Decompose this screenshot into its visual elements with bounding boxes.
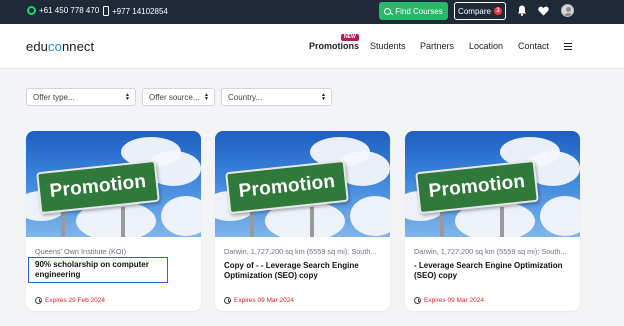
whatsapp-contact[interactable]: +61 450 778 470	[27, 6, 99, 15]
user-avatar[interactable]	[561, 4, 574, 17]
whatsapp-number: +61 450 778 470	[39, 6, 100, 15]
promotion-card[interactable]: Promotion Darwin, 1,727,200 sq km (5559 …	[405, 131, 580, 311]
hamburger-menu-icon[interactable]	[564, 43, 572, 50]
card-location: Darwin, 1,727,200 sq km (5559 sq mi); So…	[224, 247, 377, 256]
promotion-image: Promotion	[405, 131, 580, 237]
sort-caret-icon: ▲ ▼	[204, 92, 209, 102]
card-title[interactable]: 90% scholarship on computer engineering	[28, 257, 168, 283]
card-location: Darwin, 1,727,200 sq km (5559 sq mi); So…	[414, 247, 567, 256]
clock-icon	[414, 297, 421, 304]
country-select[interactable]: Country... ▲ ▼	[221, 88, 332, 106]
nav-item-contact[interactable]: Contact	[518, 41, 549, 51]
offer-type-value: Offer type...	[33, 92, 75, 102]
main-navbar: educonnect NEW Promotions Students Partn…	[0, 24, 624, 69]
mobile-number: +977 14102854	[112, 6, 168, 16]
clock-icon	[224, 297, 231, 304]
offer-source-value: Offer source...	[149, 92, 200, 102]
sort-caret-icon: ▲ ▼	[125, 92, 130, 102]
promotion-image: Promotion	[215, 131, 390, 237]
top-bar: +61 450 778 470 +977 14102854 Find Cours…	[0, 0, 624, 24]
card-title[interactable]: - Leverage Search Engine Optimization (S…	[414, 261, 572, 281]
compare-count-badge: 3	[493, 7, 502, 15]
find-courses-button[interactable]: Find Courses	[379, 2, 448, 20]
new-badge: NEW	[341, 34, 359, 41]
offer-source-select[interactable]: Offer source... ▲ ▼	[142, 88, 215, 106]
nav-item-students[interactable]: Students	[370, 41, 406, 51]
mobile-contact[interactable]: +977 14102854	[103, 6, 168, 16]
country-value: Country...	[228, 92, 263, 102]
compare-button[interactable]: Compare 3	[454, 2, 506, 20]
offer-type-select[interactable]: Offer type... ▲ ▼	[26, 88, 136, 106]
mobile-phone-icon	[103, 6, 109, 16]
nav-item-location[interactable]: Location	[469, 41, 503, 51]
nav-item-partners[interactable]: Partners	[420, 41, 454, 51]
expiry-date: Expires 09 Mar 2024	[414, 297, 484, 304]
card-location: Queens' Own Institute (KOI)	[35, 247, 127, 256]
promotion-card[interactable]: Promotion Darwin, 1,727,200 sq km (5559 …	[215, 131, 390, 311]
promotion-image: Promotion	[26, 131, 201, 237]
bell-icon[interactable]	[517, 5, 527, 16]
sort-caret-icon: ▲ ▼	[321, 92, 326, 102]
educonnect-logo[interactable]: educonnect	[26, 39, 94, 54]
whatsapp-icon	[27, 6, 36, 15]
search-icon	[384, 7, 392, 15]
sign-text: Promotion	[427, 171, 527, 203]
sign-text: Promotion	[48, 171, 148, 203]
clock-icon	[35, 297, 42, 304]
sign-text: Promotion	[237, 171, 337, 203]
expiry-date: Expires 09 Mar 2024	[224, 297, 294, 304]
heart-icon[interactable]	[538, 6, 549, 16]
compare-label: Compare	[458, 6, 491, 16]
nav-item-promotions[interactable]: Promotions	[309, 41, 359, 51]
card-title[interactable]: Copy of - - Leverage Search Engine Optim…	[224, 261, 382, 281]
promotion-card[interactable]: Promotion Queens' Own Institute (KOI) 90…	[26, 131, 201, 311]
expiry-date: Expires 29 Feb 2024	[35, 297, 105, 304]
find-courses-label: Find Courses	[395, 6, 443, 16]
